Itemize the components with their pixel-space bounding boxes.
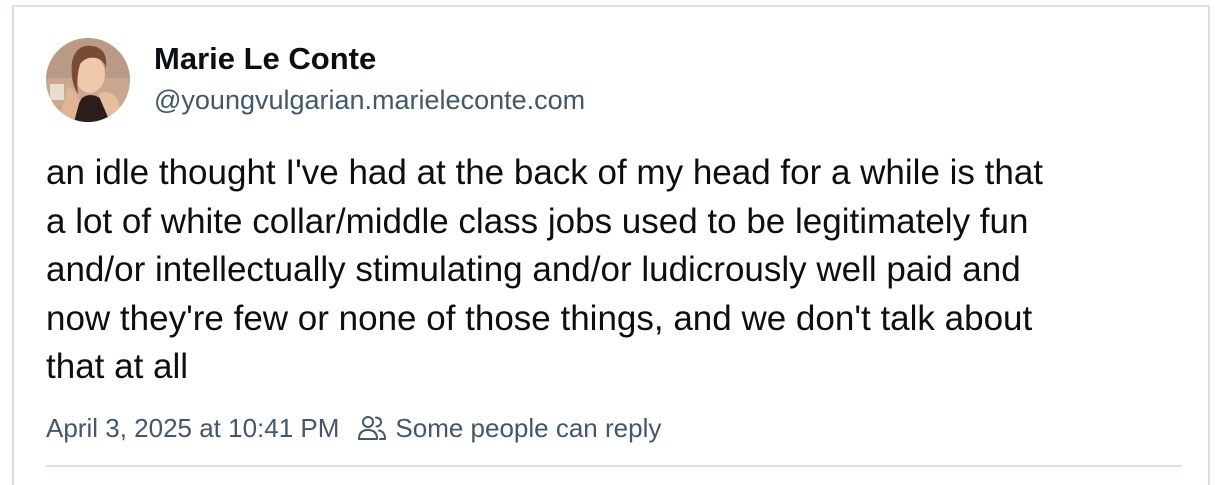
handle[interactable]: @youngvulgarian.marieleconte.com [154,85,585,116]
reply-setting[interactable]: Some people can reply [395,413,661,444]
post-meta: April 3, 2025 at 10:41 PM Some people ca… [46,410,661,446]
people-icon [357,414,387,442]
post-text: an idle thought I've had at the back of … [46,153,1044,386]
avatar[interactable] [46,38,130,122]
post-card: Marie Le Conte @youngvulgarian.marieleco… [12,5,1210,485]
display-name[interactable]: Marie Le Conte [154,41,376,77]
timestamp[interactable]: April 3, 2025 at 10:41 PM [46,413,339,444]
avatar-image [46,38,130,122]
divider [46,465,1182,467]
